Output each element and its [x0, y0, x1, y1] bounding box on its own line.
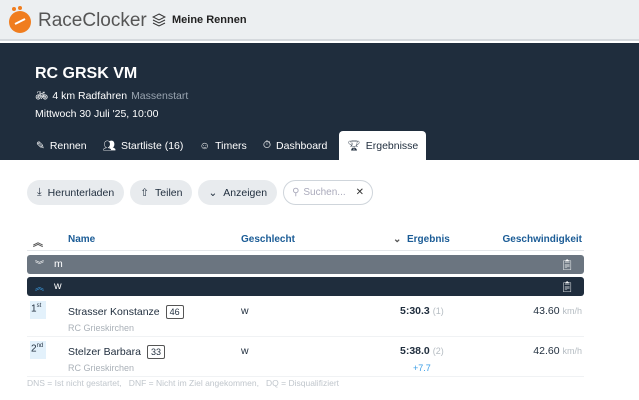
clipboard-icon[interactable]: 📋︎ — [561, 280, 574, 293]
share-icon: ⇧ — [140, 186, 150, 199]
show-button[interactable]: ⌄ Anzeigen — [198, 180, 278, 205]
speed: 43.60 km/h — [533, 305, 582, 317]
athlete-name: Stelzer Barbara 33 — [68, 345, 165, 359]
tab-label: Timers — [215, 139, 247, 152]
download-icon: ⤓ — [37, 186, 42, 198]
table-row[interactable]: 2nd Stelzer Barbara 33 RC Grieskirchen w … — [27, 339, 584, 377]
race-subtitle: 🚲︎ 4 km Radfahren Massenstart — [35, 89, 189, 103]
column-result[interactable]: Ergebnis — [407, 234, 450, 245]
table-header: ︽ Name Geschlecht ⌄ Ergebnis Geschwindig… — [27, 232, 584, 251]
search-icon: ⚲ — [292, 187, 300, 198]
top-bar: RaceClocker Meine Rennen — [0, 0, 639, 41]
chevron-down-icon: ⌄ — [208, 186, 218, 199]
gender: w — [241, 305, 249, 317]
tab-bar: ✎ Rennen 👥︎ Startliste (16) ☺ Timers ⏱︎ Dash… — [28, 131, 427, 160]
speed: 42.60 km/h — [533, 345, 582, 357]
tab-ergebnisse[interactable]: 🏆︎ Ergebnisse — [339, 131, 427, 160]
clear-icon[interactable]: ✕ — [356, 187, 364, 198]
toolbar: ⤓ Herunterladen ⇧ Teilen ⌄ Anzeigen ⚲ Suchen… — [27, 180, 374, 205]
timer-person-icon: ☺ — [199, 139, 211, 152]
tab-startliste[interactable]: 👥︎ Startliste (16) — [95, 131, 192, 160]
brand-name[interactable]: RaceClocker — [38, 10, 147, 32]
expand-icon[interactable]: ︾ — [35, 258, 44, 271]
rank-badge: 2nd — [30, 341, 46, 359]
race-date: Mittwoch 30 Juli '25, 10:00 — [35, 108, 159, 120]
column-speed[interactable]: Geschwindigkeit — [503, 234, 582, 245]
clipboard-icon[interactable]: 📋︎ — [561, 258, 574, 271]
column-name[interactable]: Name — [68, 234, 95, 245]
sort-chevron-icon[interactable]: ⌄ — [393, 234, 401, 245]
rank-badge: 1st — [30, 301, 46, 319]
table-row[interactable]: 1st Strasser Konstanze 46 RC Grieskirchen… — [27, 299, 584, 337]
group-label: m — [54, 258, 63, 270]
group-label: w — [54, 280, 62, 292]
bib-number: 46 — [165, 305, 184, 319]
bib-number: 33 — [146, 345, 165, 359]
stopwatch-icon: ⏱︎ — [262, 139, 272, 151]
users-icon: 👥︎ — [102, 140, 116, 152]
download-button[interactable]: ⤓ Herunterladen — [27, 180, 125, 205]
collapse-icon[interactable]: ︽ — [35, 280, 44, 293]
club: RC Grieskirchen — [68, 323, 135, 333]
bicycle-icon: 🚲︎ — [35, 90, 49, 102]
tab-label: Ergebnisse — [365, 139, 419, 152]
group-row-w[interactable]: ︽ w 📋︎ — [27, 277, 584, 296]
show-label: Anzeigen — [223, 186, 268, 199]
tab-dashboard[interactable]: ⏱︎ Dashboard — [255, 131, 336, 160]
layers-icon — [152, 13, 166, 27]
result-time: 5:30.3 (1) — [400, 305, 444, 317]
race-title: RC GRSK VM — [35, 65, 138, 82]
share-button[interactable]: ⇧ Teilen — [130, 180, 193, 205]
trophy-icon: 🏆︎ — [347, 140, 361, 152]
tab-label: Rennen — [49, 139, 87, 152]
share-label: Teilen — [155, 186, 183, 199]
result-time: 5:38.0 (2) — [400, 345, 444, 357]
group-row-m[interactable]: ︾ m 📋︎ — [27, 255, 584, 274]
race-discipline: 4 km Radfahren — [52, 89, 128, 102]
search-input[interactable]: ⚲ Suchen... ✕ — [283, 180, 374, 205]
pencil-icon: ✎ — [36, 139, 45, 152]
athlete-name: Strasser Konstanze 46 — [68, 305, 184, 319]
time-gap: +7.7 — [413, 363, 431, 373]
my-races-label: Meine Rennen — [172, 14, 247, 26]
tab-rennen[interactable]: ✎ Rennen — [28, 131, 95, 160]
status-legend: DNS = Ist nicht gestartet, DNF = Nicht i… — [27, 378, 340, 388]
race-header: RC GRSK VM 🚲︎ 4 km Radfahren Massenstart… — [0, 43, 639, 160]
tab-timers[interactable]: ☺ Timers — [191, 131, 254, 160]
tab-label: Dashboard — [276, 139, 328, 152]
logo-icon[interactable] — [6, 6, 34, 34]
column-gender[interactable]: Geschlecht — [241, 234, 295, 245]
collapse-all-icon[interactable]: ︽ — [33, 234, 43, 249]
tab-label: Startliste (16) — [120, 139, 184, 152]
my-races-link[interactable]: Meine Rennen — [152, 13, 247, 27]
race-start-type: Massenstart — [131, 89, 189, 102]
club: RC Grieskirchen — [68, 363, 135, 373]
download-label: Herunterladen — [47, 186, 115, 199]
search-placeholder: Suchen... — [303, 187, 346, 198]
gender: w — [241, 345, 249, 357]
